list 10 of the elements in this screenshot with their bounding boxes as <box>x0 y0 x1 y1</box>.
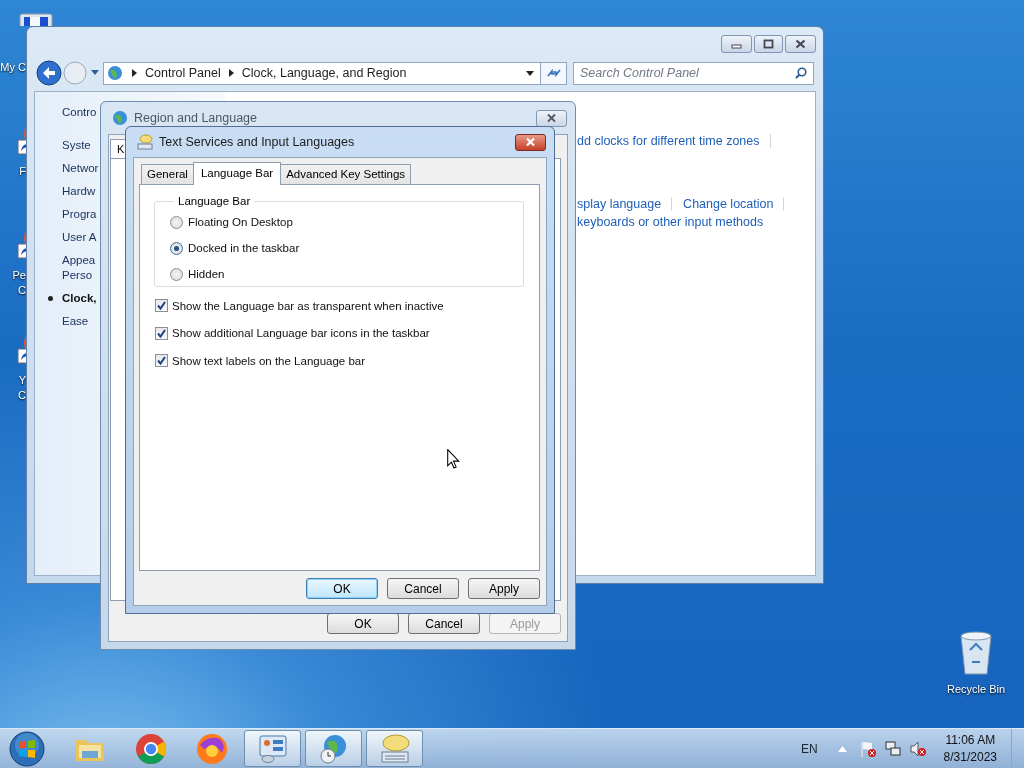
icon-label: Pe <box>12 268 26 283</box>
icon-label: C <box>18 388 26 403</box>
icon-label: My C <box>0 60 26 75</box>
icon-label: Recycle Bin <box>946 682 1006 697</box>
icon-label: F <box>19 164 26 179</box>
icon-label: Y <box>18 373 26 388</box>
icon-label: C <box>18 283 26 298</box>
group-title: Language Bar <box>177 195 252 207</box>
dialog-title: Text Services and Input Languages <box>159 135 355 149</box>
dialog-title: Region and Language <box>134 111 258 125</box>
